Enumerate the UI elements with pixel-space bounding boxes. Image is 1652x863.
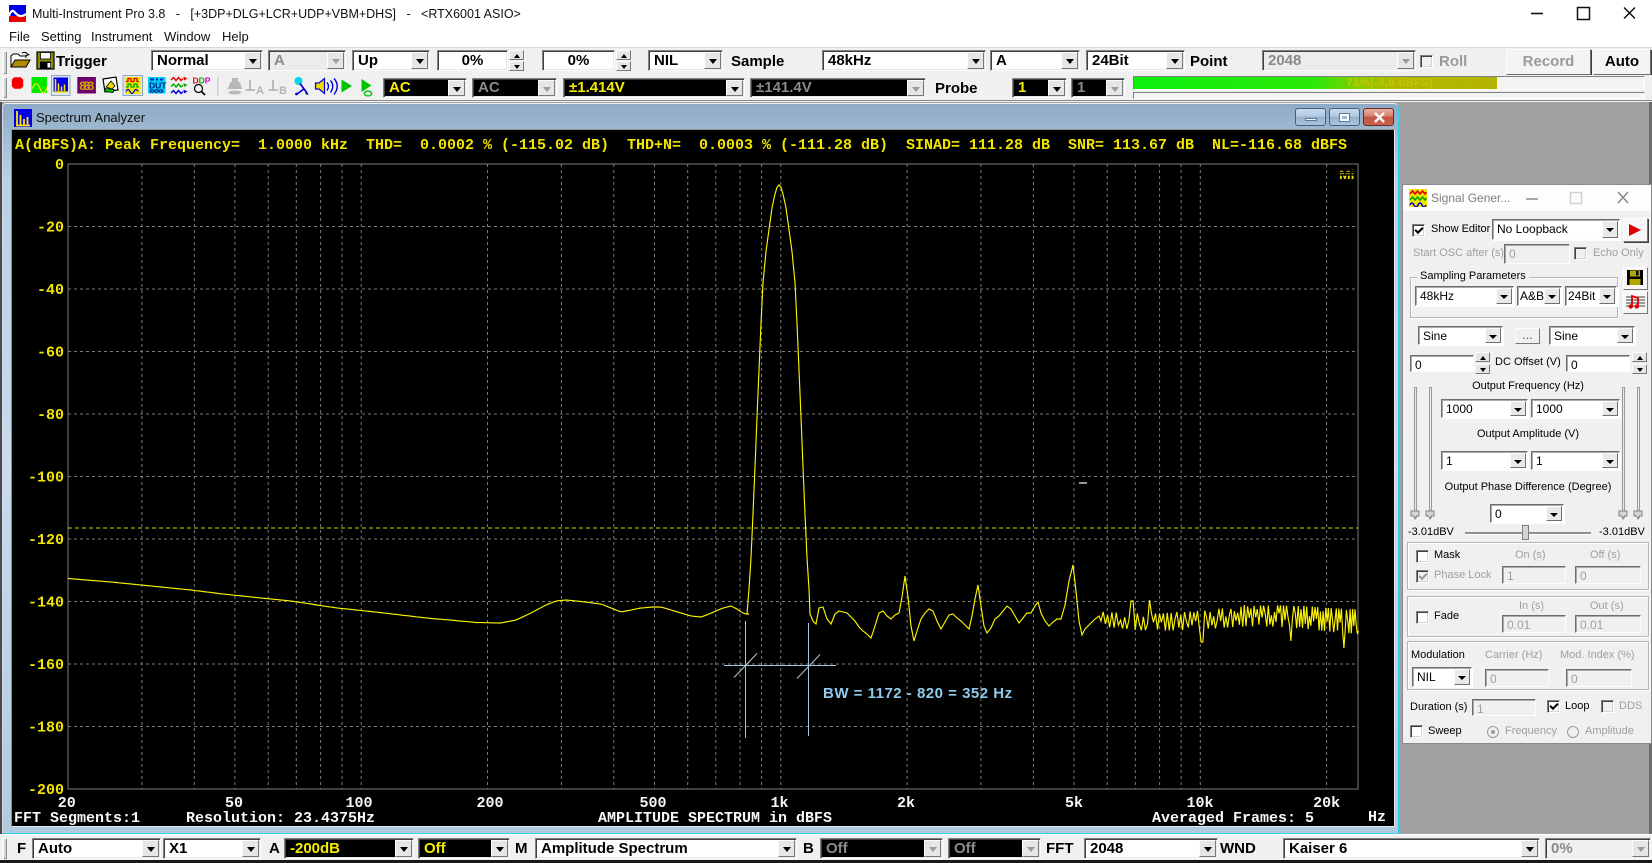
svg-text:-140: -140	[28, 595, 64, 612]
svg-text:-100: -100	[28, 470, 64, 487]
svg-text:-40: -40	[37, 282, 64, 299]
svg-text:-180: -180	[28, 720, 64, 737]
svg-text:Mi: Mi	[1339, 166, 1355, 182]
svg-text:FFT Segments:1: FFT Segments:1	[14, 810, 140, 827]
svg-text:DUT: DUT	[149, 81, 167, 91]
svg-text:Averaged Frames: 5: Averaged Frames: 5	[1152, 810, 1314, 827]
svg-text:Hz: Hz	[1368, 809, 1386, 826]
svg-text:-80: -80	[37, 407, 64, 424]
svg-text:888: 888	[79, 79, 95, 94]
svg-text:200: 200	[476, 795, 503, 812]
svg-text:A: A	[256, 85, 264, 97]
svg-text:5k: 5k	[1065, 795, 1083, 812]
svg-text:20k: 20k	[1313, 795, 1340, 812]
svg-text:-20: -20	[37, 220, 64, 237]
svg-text:-160: -160	[28, 657, 64, 674]
svg-text:-60: -60	[37, 345, 64, 362]
svg-text:DDP: DDP	[193, 76, 211, 86]
svg-text:Resolution: 23.4375Hz: Resolution: 23.4375Hz	[186, 810, 375, 827]
svg-text:B: B	[279, 85, 287, 97]
svg-text:0: 0	[55, 157, 64, 174]
svg-text:BW = 1172 - 820 = 352 Hz: BW = 1172 - 820 = 352 Hz	[823, 685, 1013, 702]
svg-text:2k: 2k	[897, 795, 915, 812]
svg-text:A(dBFS)A: Peak Frequency= 1.0: A(dBFS)A: Peak Frequency= 1.0000 kHz THD…	[15, 137, 1347, 154]
svg-text:AMPLITUDE SPECTRUM in dBFS: AMPLITUDE SPECTRUM in dBFS	[598, 810, 832, 827]
svg-text:-120: -120	[28, 532, 64, 549]
